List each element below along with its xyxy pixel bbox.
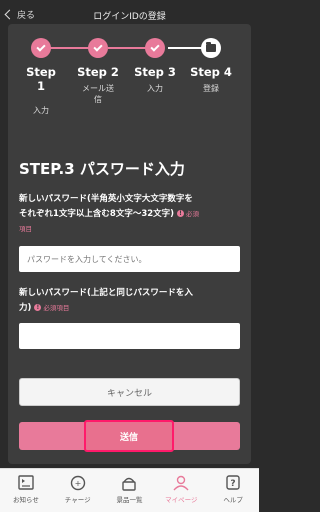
step-1-sub: 入力: [33, 106, 49, 115]
step-indicator: Step 1 入力 Step 2 メール送 信 Step 3 入力 Step 4…: [8, 34, 251, 124]
tab-label: 景品一覧: [116, 496, 143, 504]
help-icon: ?: [226, 475, 240, 490]
step-2-circle: [88, 38, 108, 58]
bottom-tab-bar: お知らせ + チャージ 景品一覧 マイページ ? ヘルプ: [0, 468, 259, 512]
folder-icon: [206, 42, 216, 52]
cancel-button[interactable]: キャンセル: [19, 378, 240, 406]
password-input[interactable]: [19, 246, 240, 272]
step-2-label: Step 2: [77, 65, 119, 79]
step-3-circle: [145, 38, 165, 58]
tab-label: ヘルプ: [223, 496, 243, 504]
step-4-circle: [201, 38, 221, 58]
gift-icon: [122, 477, 137, 491]
tab-gifts[interactable]: 景品一覧: [104, 469, 156, 512]
step-4-sub: 登録: [203, 84, 219, 93]
step-1-circle: [31, 38, 51, 58]
tab-help[interactable]: ? ヘルプ: [207, 469, 259, 512]
check-icon: [36, 41, 46, 52]
tab-mypage[interactable]: マイページ: [155, 469, 207, 512]
tab-label: お知らせ: [12, 496, 39, 504]
tab-label: マイページ: [165, 496, 198, 504]
password-confirm-input[interactable]: [19, 323, 240, 349]
step-2-sub: メール送 信: [82, 84, 114, 104]
charge-icon: +: [70, 475, 85, 491]
required-icon: !: [34, 304, 42, 311]
svg-text:+: +: [74, 479, 81, 488]
step-4-label: Step 4: [190, 65, 232, 79]
tab-news[interactable]: お知らせ: [0, 469, 52, 512]
form-heading: STEP.3 パスワード入力: [19, 160, 185, 178]
check-icon: [150, 41, 160, 52]
required-icon: !: [177, 210, 185, 217]
tab-label: チャージ: [64, 496, 91, 504]
required-text: 必須項目: [43, 304, 70, 312]
step-1-label: Step 1: [26, 65, 56, 93]
person-icon: [173, 475, 189, 491]
page-title: ログインIDの登録: [93, 12, 166, 22]
svg-text:?: ?: [230, 479, 235, 489]
required-text: 項目: [19, 225, 32, 233]
password-confirm-label: 新しいパスワード(上記と同じパスワードを入 力)! 必須項目: [19, 288, 193, 313]
step-3-label: Step 3: [134, 65, 176, 79]
tab-charge[interactable]: + チャージ: [52, 469, 104, 512]
send-button[interactable]: 送信: [84, 420, 174, 452]
check-icon: [93, 41, 103, 52]
news-icon: [18, 475, 34, 490]
password-label: 新しいパスワード(半角英小文字大文字数字を それぞれ1文字以上含む8文字〜32文…: [19, 192, 241, 237]
step-3-sub: 入力: [147, 84, 163, 93]
